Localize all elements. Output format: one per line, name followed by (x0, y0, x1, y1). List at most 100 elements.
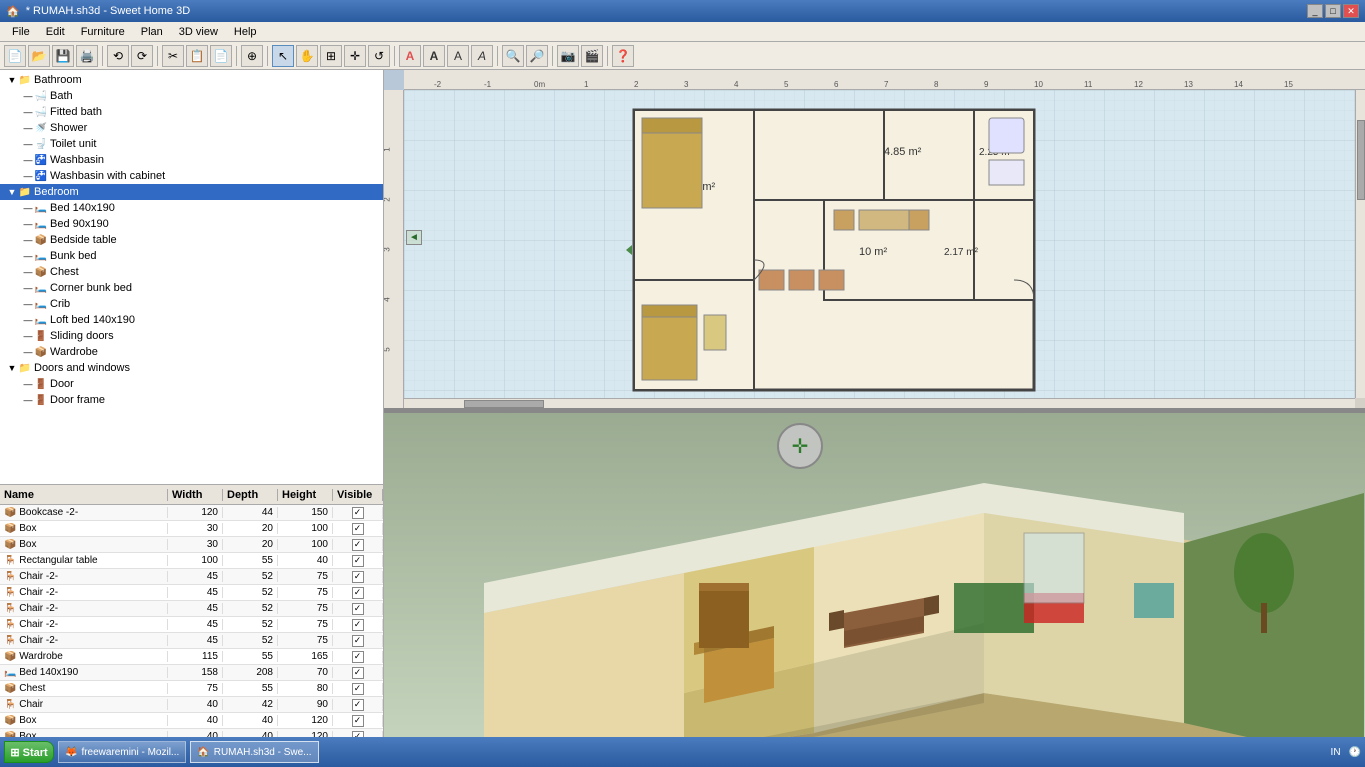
tree-category-bathroom[interactable]: ▼ 📁 Bathroom (0, 72, 383, 88)
visible-checkbox[interactable] (352, 603, 364, 615)
table-row[interactable]: 📦 Bookcase -2- 120 44 150 (0, 505, 383, 521)
table-row[interactable]: 🪑 Chair -2- 45 52 75 (0, 617, 383, 633)
tree-item-washbasincabinet[interactable]: — 🚰 Washbasin with cabinet (0, 168, 383, 184)
menu-help[interactable]: Help (226, 24, 265, 40)
row-visible[interactable] (333, 667, 383, 679)
start-button[interactable]: ⊞ Start (4, 741, 54, 763)
tree-item-toilet[interactable]: — 🚽 Toilet unit (0, 136, 383, 152)
maximize-button[interactable]: □ (1325, 4, 1341, 18)
visible-checkbox[interactable] (352, 635, 364, 647)
menu-plan[interactable]: Plan (133, 24, 171, 40)
tree-item-bath[interactable]: — 🛁 Bath (0, 88, 383, 104)
tree-item-loftbed[interactable]: — 🛏️ Loft bed 140x190 (0, 312, 383, 328)
tb-paste[interactable]: 📄 (210, 45, 232, 67)
row-visible[interactable] (333, 683, 383, 695)
scroll-left-arrow[interactable]: ◄ (406, 230, 422, 245)
row-visible[interactable] (333, 555, 383, 567)
tree-category-doorswindows[interactable]: ▼ 📁 Doors and windows (0, 360, 383, 376)
row-visible[interactable] (333, 715, 383, 727)
tree-item-bunkbed[interactable]: — 🛏️ Bunk bed (0, 248, 383, 264)
tree-item-cornerbunkbed[interactable]: — 🛏️ Corner bunk bed (0, 280, 383, 296)
taskbar-icon-sweethome[interactable]: 🏠 RUMAH.sh3d - Swe... (190, 741, 318, 763)
menu-3dview[interactable]: 3D view (171, 24, 226, 40)
tb-cut[interactable]: ✂ (162, 45, 184, 67)
visible-checkbox[interactable] (352, 539, 364, 551)
furniture-table[interactable]: 📦 Bookcase -2- 120 44 150 📦 Box 30 20 10… (0, 505, 383, 767)
tb-textA1[interactable]: A (399, 45, 421, 67)
tree-item-washbasin[interactable]: — 🚰 Washbasin (0, 152, 383, 168)
tb-pan[interactable]: ✋ (296, 45, 318, 67)
tree-item-door[interactable]: — 🚪 Door (0, 376, 383, 392)
tree-item-slidingdoors[interactable]: — 🚪 Sliding doors (0, 328, 383, 344)
tb-new[interactable]: 📄 (4, 45, 26, 67)
menu-edit[interactable]: Edit (38, 24, 73, 40)
row-visible[interactable] (333, 571, 383, 583)
menu-file[interactable]: File (4, 24, 38, 40)
floorplan-grid[interactable]: 7.5 m² 4.85 m² 2.25 m² 2.17 m² 10 m² 6.2… (404, 90, 1355, 408)
tb-zoomout[interactable]: 🔎 (526, 45, 548, 67)
tb-textA4[interactable]: A (471, 45, 493, 67)
visible-checkbox[interactable] (352, 715, 364, 727)
table-row[interactable]: 🪑 Chair -2- 45 52 75 (0, 569, 383, 585)
furniture-tree[interactable]: ▼ 📁 Bathroom — 🛁 Bath — 🛁 Fitted bath (0, 70, 383, 484)
visible-checkbox[interactable] (352, 555, 364, 567)
tb-copy[interactable]: 📋 (186, 45, 208, 67)
floorplan-hscroll[interactable] (404, 398, 1355, 408)
row-visible[interactable] (333, 699, 383, 711)
table-row[interactable]: 🪑 Chair -2- 45 52 75 (0, 601, 383, 617)
3d-view[interactable]: JetScreenshot (384, 413, 1365, 767)
table-row[interactable]: 🪑 Chair 40 42 90 (0, 697, 383, 713)
tb-save[interactable]: 💾 (52, 45, 74, 67)
visible-checkbox[interactable] (352, 507, 364, 519)
tree-item-doorframe[interactable]: — 🚪 Door frame (0, 392, 383, 408)
tree-category-bedroom[interactable]: ▼ 📁 Bedroom (0, 184, 383, 200)
nav-circle[interactable]: ✛ (777, 423, 823, 469)
close-button[interactable]: ✕ (1343, 4, 1359, 18)
row-visible[interactable] (333, 539, 383, 551)
tree-item-crib[interactable]: — 🛏️ Crib (0, 296, 383, 312)
tb-textA2[interactable]: A (423, 45, 445, 67)
visible-checkbox[interactable] (352, 699, 364, 711)
tb-video[interactable]: 🎬 (581, 45, 603, 67)
floorplan-vscroll[interactable] (1355, 90, 1365, 408)
row-visible[interactable] (333, 523, 383, 535)
vscroll-thumb[interactable] (1357, 120, 1365, 200)
table-row[interactable]: 📦 Box 30 20 100 (0, 537, 383, 553)
tb-photo[interactable]: 📷 (557, 45, 579, 67)
taskbar-icon-browser[interactable]: 🦊 freewaremini - Mozil... (58, 741, 186, 763)
tree-item-bed140[interactable]: — 🛏️ Bed 140x190 (0, 200, 383, 216)
floorplan-area[interactable]: -2 -1 0m 1 2 3 4 5 6 7 8 9 10 11 12 13 1… (384, 70, 1365, 408)
minimize-button[interactable]: _ (1307, 4, 1323, 18)
tree-item-wardrobe[interactable]: — 📦 Wardrobe (0, 344, 383, 360)
table-row[interactable]: 🛏️ Bed 140x190 158 208 70 (0, 665, 383, 681)
tb-move[interactable]: ✛ (344, 45, 366, 67)
table-row[interactable]: 📦 Wardrobe 115 55 165 (0, 649, 383, 665)
table-row[interactable]: 🪑 Rectangular table 100 55 40 (0, 553, 383, 569)
tb-print[interactable]: 🖨️ (76, 45, 98, 67)
hscroll-thumb[interactable] (464, 400, 544, 408)
visible-checkbox[interactable] (352, 667, 364, 679)
nav-controls[interactable]: ✛ (777, 423, 827, 473)
tb-open[interactable]: 📂 (28, 45, 50, 67)
tb-zoomin[interactable]: 🔍 (502, 45, 524, 67)
menu-furniture[interactable]: Furniture (73, 24, 133, 40)
tree-item-shower[interactable]: — 🚿 Shower (0, 120, 383, 136)
tb-rotate[interactable]: ↺ (368, 45, 390, 67)
table-row[interactable]: 📦 Chest 75 55 80 (0, 681, 383, 697)
row-visible[interactable] (333, 619, 383, 631)
visible-checkbox[interactable] (352, 523, 364, 535)
visible-checkbox[interactable] (352, 571, 364, 583)
tree-item-chest[interactable]: — 📦 Chest (0, 264, 383, 280)
tree-item-bedsidetable[interactable]: — 📦 Bedside table (0, 232, 383, 248)
tb-select[interactable]: ↖ (272, 45, 294, 67)
row-visible[interactable] (333, 635, 383, 647)
tb-drawwall[interactable]: ⊞ (320, 45, 342, 67)
table-row[interactable]: 📦 Box 30 20 100 (0, 521, 383, 537)
table-row[interactable]: 🪑 Chair -2- 45 52 75 (0, 633, 383, 649)
titlebar-controls[interactable]: _ □ ✕ (1307, 4, 1359, 18)
visible-checkbox[interactable] (352, 587, 364, 599)
table-row[interactable]: 📦 Box 40 40 120 (0, 713, 383, 729)
visible-checkbox[interactable] (352, 619, 364, 631)
row-visible[interactable] (333, 587, 383, 599)
row-visible[interactable] (333, 651, 383, 663)
